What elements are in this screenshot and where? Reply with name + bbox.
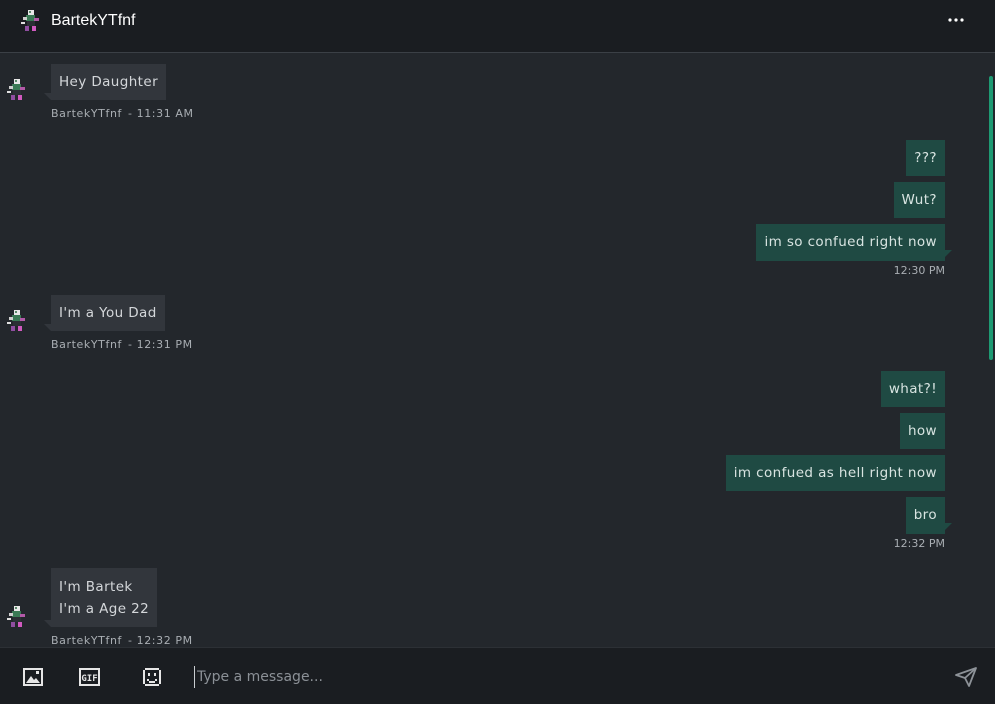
message-text: im confued as hell right now <box>733 465 937 481</box>
chat-header: BartekYTfnf <box>0 0 995 53</box>
incoming-message-bubble[interactable]: Hey Daughter <box>51 64 167 100</box>
gif-icon[interactable]: GIF <box>79 668 100 686</box>
outgoing-message-bubble[interactable]: what?! <box>880 371 945 407</box>
message-text: Hey Daughter <box>59 74 159 90</box>
message-time: 12:32 PM <box>893 537 945 550</box>
bubble-tail <box>44 620 51 627</box>
outgoing-message-bubble[interactable]: im confued as hell right now <box>725 455 945 491</box>
message-text-line: I'm a Age 22 <box>59 601 150 617</box>
sender-avatar[interactable] <box>5 309 29 333</box>
message-meta: BartekYTfnf -12:31 PM <box>51 338 193 351</box>
sender-name: BartekYTfnf <box>51 338 123 351</box>
incoming-message-bubble[interactable]: I'm Bartek I'm a Age 22 <box>51 568 158 627</box>
contact-name: BartekYTfnf <box>51 12 136 29</box>
message-text: how <box>907 423 937 439</box>
incoming-message-bubble[interactable]: I'm a You Dad <box>51 295 165 331</box>
meta-separator: - <box>128 634 133 647</box>
message-time: 11:31 AM <box>136 107 194 120</box>
image-icon[interactable] <box>23 668 43 686</box>
message-meta: BartekYTfnf -11:31 AM <box>51 107 194 120</box>
message-time: 12:32 PM <box>136 634 193 647</box>
contact-avatar[interactable] <box>19 9 43 33</box>
outgoing-message-bubble[interactable]: how <box>899 413 945 449</box>
outgoing-message-bubble[interactable]: im so confued right now <box>756 224 945 261</box>
message-composer: GIF <box>0 647 995 704</box>
scrollbar[interactable] <box>989 76 993 360</box>
message-time: 12:30 PM <box>893 264 945 277</box>
message-meta: BartekYTfnf -12:32 PM <box>51 634 193 647</box>
message-text: im so confued right now <box>764 234 937 250</box>
message-text: bro <box>913 507 937 523</box>
outgoing-message-bubble[interactable]: bro <box>905 497 945 534</box>
message-time: 12:31 PM <box>136 338 193 351</box>
message-text-line: I'm Bartek <box>59 579 133 595</box>
message-text: Wut? <box>901 192 937 208</box>
bubble-tail <box>44 324 51 331</box>
message-text: ??? <box>914 150 937 166</box>
more-options-icon[interactable] <box>946 12 966 28</box>
message-text: I'm a You Dad <box>59 305 157 321</box>
sender-name: BartekYTfnf <box>51 634 123 647</box>
sender-avatar[interactable] <box>5 605 29 629</box>
svg-text:GIF: GIF <box>81 674 97 684</box>
bubble-tail <box>945 250 952 257</box>
message-input[interactable] <box>194 666 937 688</box>
outgoing-message-bubble[interactable]: ??? <box>906 140 945 176</box>
meta-separator: - <box>128 107 133 120</box>
emoji-icon[interactable] <box>142 667 162 687</box>
send-icon[interactable] <box>955 667 977 687</box>
bubble-tail <box>44 93 51 100</box>
sender-name: BartekYTfnf <box>51 107 123 120</box>
bubble-tail <box>945 523 952 530</box>
sender-avatar[interactable] <box>5 78 29 102</box>
message-text: what?! <box>888 381 937 397</box>
meta-separator: - <box>128 338 133 351</box>
outgoing-message-bubble[interactable]: Wut? <box>893 182 945 218</box>
